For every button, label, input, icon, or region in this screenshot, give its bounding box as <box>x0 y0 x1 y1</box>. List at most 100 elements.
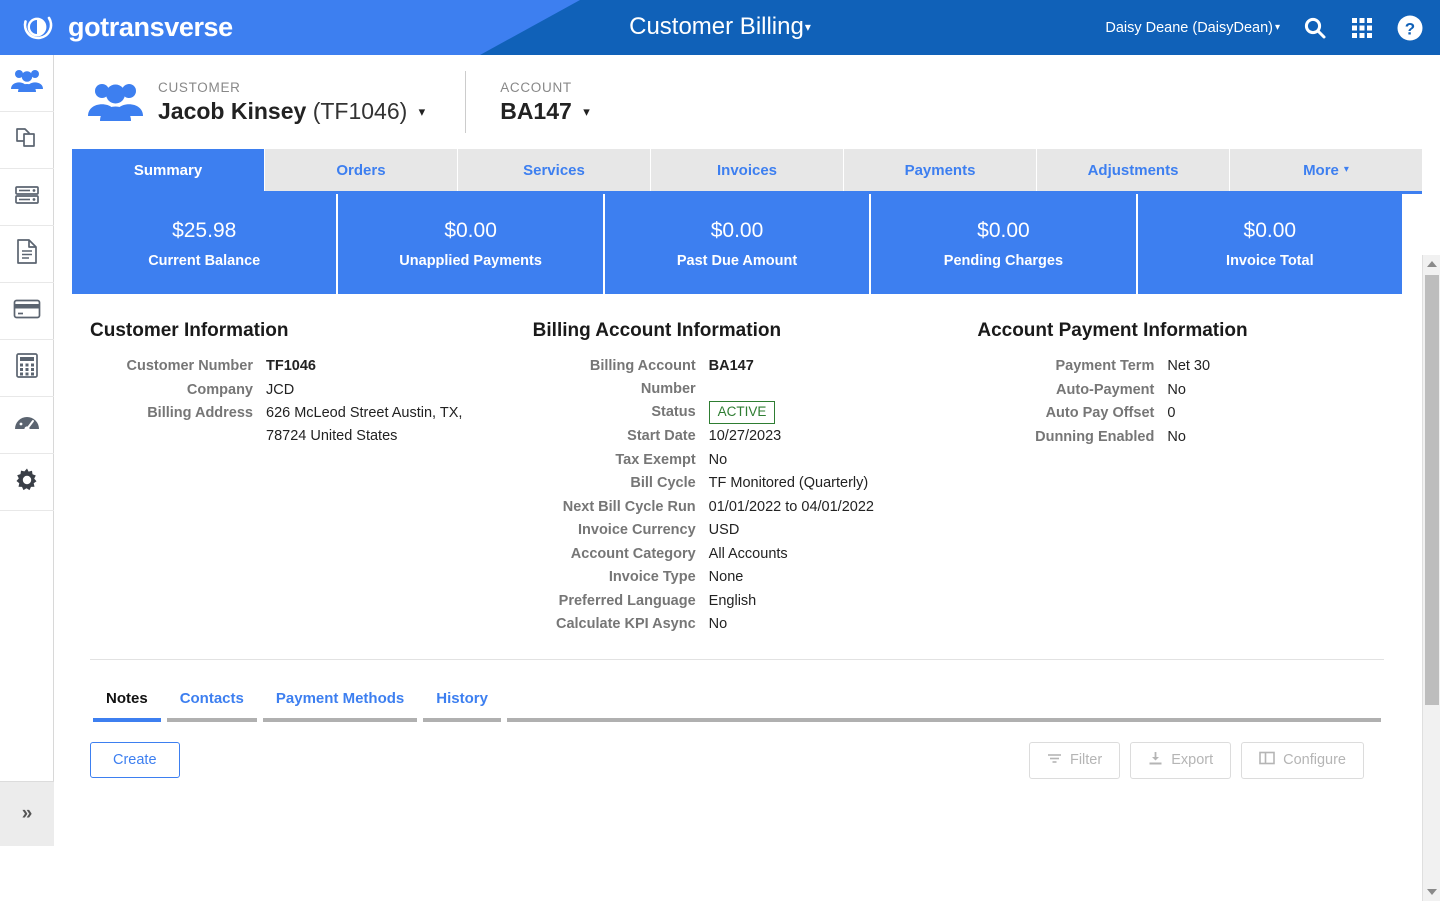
app-title-dropdown[interactable]: Customer Billing▾ <box>629 13 811 41</box>
info-label: Tax Exempt <box>615 451 696 468</box>
sidebar-item-products[interactable] <box>0 112 54 169</box>
tab-more[interactable]: More ▾ <box>1230 149 1422 191</box>
info-label: Customer Number <box>126 358 254 374</box>
columns-configure-icon <box>1259 751 1275 769</box>
configure-button[interactable]: Configure <box>1241 741 1364 779</box>
account-value: BA147 <box>500 97 572 124</box>
main-content: CUSTOMER Jacob Kinsey (TF1046) ▾ ACCOUNT… <box>54 55 1440 901</box>
subtab-contacts[interactable]: Contacts <box>164 690 260 718</box>
sidebar-expand-button[interactable]: » <box>0 781 54 846</box>
kpi-past-due-amount[interactable]: $0.00 Past Due Amount <box>604 194 872 294</box>
info-row: Tax Exempt No <box>533 449 960 472</box>
kpi-unapplied-payments[interactable]: $0.00 Unapplied Payments <box>338 194 605 294</box>
sidebar-item-settings[interactable] <box>0 454 54 511</box>
chevron-down-icon: ▾ <box>1274 21 1280 33</box>
info-row: Auto-Payment No <box>977 379 1402 402</box>
help-icon[interactable]: ? <box>1396 14 1424 42</box>
tab-label: Orders <box>336 161 386 179</box>
account-selector[interactable]: BA147 ▾ <box>500 98 590 125</box>
sidebar-item-servers[interactable] <box>0 169 54 226</box>
filter-label: Filter <box>1069 752 1103 768</box>
create-button[interactable]: Create <box>90 742 180 778</box>
info-label: Company <box>186 381 253 398</box>
kpi-pending-charges[interactable]: $0.00 Pending Charges <box>871 194 1138 294</box>
subtab-history-wrap: History <box>420 690 504 722</box>
kpi-label: Invoice Total <box>1226 253 1314 269</box>
sidebar-item-documents[interactable] <box>0 226 54 283</box>
customer-group-icon <box>86 80 144 124</box>
sidebar-item-dashboard[interactable] <box>0 397 54 454</box>
info-value: No <box>1167 381 1186 398</box>
info-value: English <box>708 592 757 609</box>
info-row: Customer Number TF1046 <box>90 355 515 378</box>
vertical-scrollbar[interactable] <box>1422 255 1440 901</box>
tab-services[interactable]: Services <box>458 149 651 191</box>
subtab-underline <box>262 717 418 722</box>
info-value: All Accounts <box>708 545 788 562</box>
kpi-amount: $0.00 <box>977 219 1030 242</box>
user-menu[interactable]: Daisy Deane (DaisyDean) ▾ <box>1105 20 1280 36</box>
customer-information-panel: Customer Information Customer Number TF1… <box>72 320 515 637</box>
subtab-history[interactable]: History <box>420 690 504 718</box>
info-label: Bill Cycle <box>630 475 696 491</box>
summary-scroll-region: $25.98 Current Balance $0.00 Unapplied P… <box>72 194 1440 837</box>
tab-payments[interactable]: Payments <box>844 149 1037 191</box>
subtab-payment-methods[interactable]: Payment Methods <box>260 690 420 718</box>
scrollbar-thumb[interactable] <box>1425 275 1439 705</box>
info-value: 10/27/2023 <box>708 428 782 444</box>
kpi-invoice-total[interactable]: $0.00 Invoice Total <box>1137 194 1403 294</box>
info-label: Invoice Currency <box>578 522 696 538</box>
account-label: ACCOUNT <box>500 79 572 95</box>
document-icon <box>15 238 39 270</box>
info-label: Payment Term <box>1055 358 1155 374</box>
customer-information-title: Customer Information <box>90 320 289 341</box>
notes-toolbar: Create Filter Export Configure <box>90 741 1384 779</box>
info-row: Bill Cycle TF Monitored (Quarterly) <box>533 472 960 495</box>
chevron-down-icon: ▾ <box>1343 163 1349 175</box>
account-context: ACCOUNT BA147 ▾ <box>500 80 590 125</box>
info-value: 0 <box>1167 405 1176 421</box>
export-button[interactable]: Export <box>1130 741 1232 779</box>
info-row: Invoice Type None <box>533 566 960 589</box>
sidebar-item-customers[interactable] <box>0 55 54 112</box>
sidebar-item-calculator[interactable] <box>0 340 54 397</box>
info-label: Invoice Type <box>608 569 696 585</box>
apps-grid-icon[interactable] <box>1350 16 1374 40</box>
server-stack-icon <box>14 182 40 213</box>
info-label: Next Bill Cycle Run <box>562 498 696 515</box>
kpi-amount: $0.00 <box>1243 219 1297 242</box>
sidebar-item-payments[interactable] <box>0 283 54 340</box>
customer-label: CUSTOMER <box>158 79 241 95</box>
info-label: Auto-Payment <box>1056 381 1155 398</box>
chevron-down-icon: ▾ <box>418 103 426 119</box>
info-row: Preferred Language English <box>533 590 960 613</box>
account-payment-information-title: Account Payment Information <box>977 320 1248 341</box>
info-value: Net 30 <box>1167 358 1211 374</box>
gear-icon <box>14 467 40 498</box>
scroll-down-arrow-icon[interactable] <box>1423 883 1440 901</box>
kpi-amount: $0.00 <box>444 219 497 242</box>
search-icon[interactable] <box>1302 15 1328 41</box>
account-payment-information-panel: Account Payment Information Payment Term… <box>959 320 1402 637</box>
info-row: Start Date 10/27/2023 <box>533 425 960 448</box>
brand-logo[interactable]: gotransverse <box>18 8 233 46</box>
tab-invoices[interactable]: Invoices <box>651 149 844 191</box>
subtab-notes[interactable]: Notes <box>90 690 164 718</box>
tab-label: Services <box>523 161 585 179</box>
status-badge: ACTIVE <box>708 401 776 424</box>
scroll-up-arrow-icon[interactable] <box>1423 255 1440 273</box>
tab-orders[interactable]: Orders <box>265 149 458 191</box>
tab-label: Summary <box>133 161 203 179</box>
customer-selector[interactable]: Jacob Kinsey (TF1046) ▾ <box>158 98 425 125</box>
subtab-payment-methods-wrap: Payment Methods <box>260 690 420 722</box>
tab-summary[interactable]: Summary <box>72 149 265 191</box>
info-row: Invoice Currency USD <box>533 519 960 542</box>
tab-adjustments[interactable]: Adjustments <box>1037 149 1230 191</box>
info-value: None <box>708 569 744 585</box>
kpi-current-balance[interactable]: $25.98 Current Balance <box>72 194 339 294</box>
bottom-panel: Notes Contacts Payment Methods History <box>90 658 1384 722</box>
info-row: Billing Address 626 McLeod Street Austin… <box>90 402 515 447</box>
filter-button[interactable]: Filter <box>1028 741 1121 779</box>
kpi-amount: $25.98 <box>172 219 237 242</box>
context-divider <box>465 71 467 133</box>
